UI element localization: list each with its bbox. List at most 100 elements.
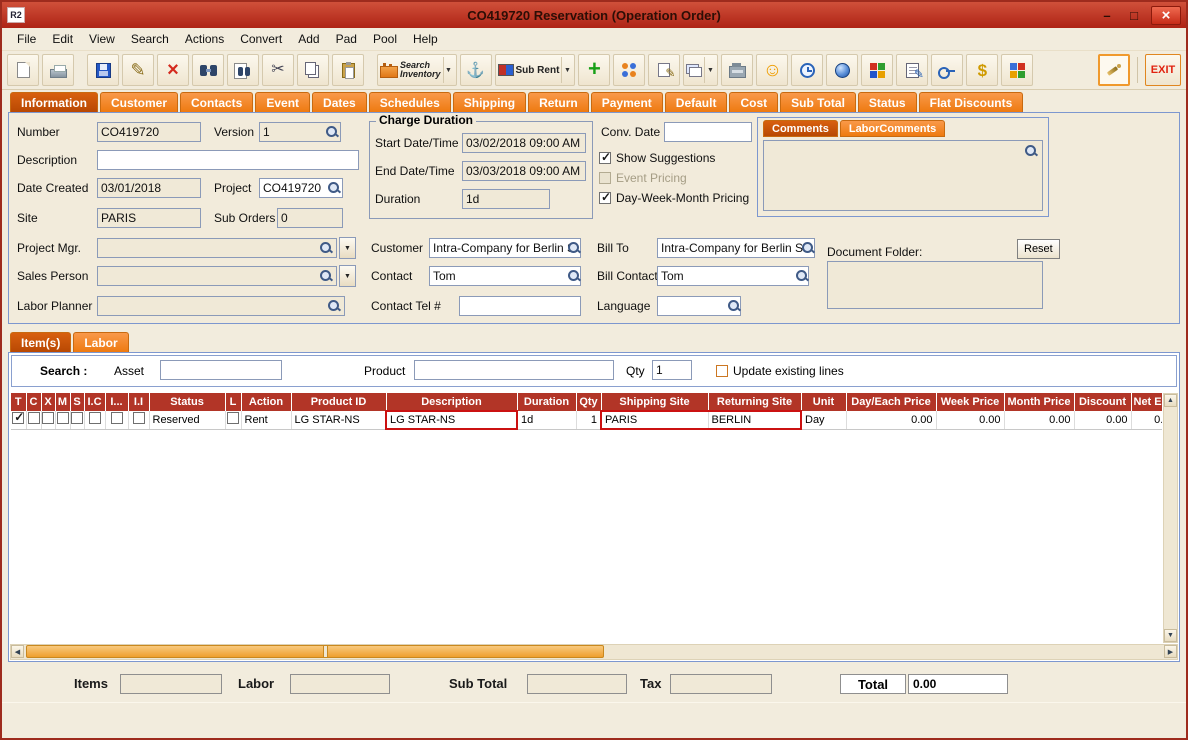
tab-customer[interactable]: Customer [100, 92, 179, 112]
tab-labor-comments[interactable]: LaborComments [839, 120, 946, 137]
cell-qty[interactable]: 1 [576, 411, 602, 430]
row-checkbox-ic[interactable] [88, 412, 101, 425]
cell-unit[interactable]: Day [801, 411, 847, 430]
bill-contact-search-icon[interactable] [795, 269, 809, 283]
key-button[interactable] [931, 54, 964, 86]
bill-to-search-icon[interactable] [801, 241, 815, 255]
cell-net-each[interactable]: 0.00 [1131, 411, 1162, 430]
col-x[interactable]: X [41, 393, 56, 411]
maximize-button[interactable] [1124, 6, 1144, 24]
tab-payment[interactable]: Payment [590, 92, 663, 112]
cell-returning-site[interactable]: BERLIN [708, 410, 802, 430]
customer-field[interactable] [429, 238, 581, 258]
contact-field[interactable] [429, 266, 581, 286]
copy-button[interactable] [297, 54, 329, 86]
comments-search-icon[interactable] [1024, 144, 1038, 158]
col-status[interactable]: Status [149, 393, 226, 411]
tab-contacts[interactable]: Contacts [180, 92, 254, 112]
delete-button[interactable] [157, 54, 189, 86]
cell-duration[interactable]: 1d [517, 411, 577, 430]
col-returning-site[interactable]: Returning Site [708, 393, 802, 411]
menu-edit[interactable]: Edit [45, 30, 80, 48]
labor-planner-field[interactable] [97, 296, 345, 316]
end-datetime-field[interactable] [462, 161, 586, 181]
cell-product-id[interactable]: LG STAR-NS [291, 411, 387, 430]
paste-button[interactable] [332, 54, 364, 86]
col-product-id[interactable]: Product ID [291, 393, 387, 411]
col-day-each-price[interactable]: Day/Each Price [846, 393, 937, 411]
menu-help[interactable]: Help [406, 30, 445, 48]
product-search-input[interactable] [414, 360, 614, 380]
disc-button[interactable] [826, 54, 859, 86]
tab-schedules[interactable]: Schedules [368, 92, 451, 112]
menu-view[interactable]: View [82, 30, 122, 48]
menu-add[interactable]: Add [291, 30, 326, 48]
bill-contact-field[interactable] [657, 266, 809, 286]
qty-input[interactable] [652, 360, 692, 380]
scroll-left-icon[interactable] [11, 645, 24, 658]
col-ip[interactable]: I... [105, 393, 129, 411]
scroll-down-icon[interactable] [1164, 629, 1177, 642]
cubes-button[interactable] [861, 54, 894, 86]
comments-textarea[interactable] [763, 140, 1043, 211]
col-shipping-site[interactable]: Shipping Site [601, 393, 709, 411]
sales-person-search-icon[interactable] [319, 269, 333, 283]
paintbrush-button[interactable] [1098, 54, 1130, 86]
description-field[interactable] [97, 150, 359, 170]
table-row[interactable]: Reserved Rent LG STAR-NS LG STAR-NS 1d 1… [11, 410, 1162, 430]
notes-button[interactable] [896, 54, 929, 86]
tab-items[interactable]: Item(s) [10, 332, 72, 352]
scroll-up-icon[interactable] [1164, 394, 1177, 407]
bill-to-field[interactable] [657, 238, 815, 258]
new-button[interactable] [7, 54, 39, 86]
show-suggestions-checkbox[interactable] [599, 150, 611, 164]
row-checkbox-m[interactable] [56, 412, 69, 425]
cell-month-price[interactable]: 0.00 [1004, 411, 1075, 430]
menu-search[interactable]: Search [124, 30, 176, 48]
horizontal-scrollbar[interactable] [10, 644, 1178, 660]
tab-sub-total[interactable]: Sub Total [780, 92, 856, 112]
machine-button[interactable] [721, 54, 754, 86]
cell-action[interactable]: Rent [241, 411, 292, 430]
chevron-down-icon[interactable] [561, 57, 572, 83]
print-button[interactable] [42, 54, 74, 86]
number-field[interactable] [97, 122, 201, 142]
col-description[interactable]: Description [386, 393, 518, 411]
menu-file[interactable]: File [10, 30, 43, 48]
money-button[interactable] [966, 54, 999, 86]
sales-person-field[interactable] [97, 266, 337, 286]
row-checkbox-x[interactable] [42, 412, 54, 425]
col-qty[interactable]: Qty [576, 393, 602, 411]
col-duration[interactable]: Duration [517, 393, 577, 411]
document-folder-textarea[interactable] [827, 261, 1043, 309]
update-existing-checkbox[interactable] [716, 365, 728, 377]
cell-shipping-site[interactable]: PARIS [600, 410, 709, 430]
tab-default[interactable]: Default [664, 92, 728, 112]
labor-planner-search-icon[interactable] [327, 299, 341, 313]
col-ic[interactable]: I.C [84, 393, 106, 411]
date-created-field[interactable] [97, 178, 201, 198]
chevron-down-icon[interactable] [442, 57, 454, 83]
project-mgr-dropdown-button[interactable] [339, 237, 356, 259]
find-button[interactable] [192, 54, 224, 86]
contact-search-icon[interactable] [567, 269, 581, 283]
edit-button[interactable] [122, 54, 154, 86]
tab-labor[interactable]: Labor [73, 332, 129, 352]
asset-search-input[interactable] [160, 360, 282, 380]
cell-day-each-price[interactable]: 0.00 [846, 411, 937, 430]
row-checkbox-ii[interactable] [132, 412, 145, 425]
cell-description[interactable]: LG STAR-NS [385, 410, 518, 430]
cell-status[interactable]: Reserved [149, 411, 226, 430]
clock-button[interactable] [791, 54, 824, 86]
exit-button[interactable]: EXIT [1145, 54, 1181, 86]
tab-status[interactable]: Status [857, 92, 917, 112]
tab-shipping[interactable]: Shipping [452, 92, 527, 112]
language-search-icon[interactable] [727, 299, 741, 313]
minimize-button[interactable] [1097, 6, 1117, 24]
spheres-button[interactable] [613, 54, 646, 86]
conv-date-field[interactable] [664, 122, 752, 142]
add-line-button[interactable] [578, 54, 611, 86]
duration-field[interactable] [462, 189, 550, 209]
day-week-month-pricing-checkbox[interactable] [599, 190, 611, 204]
site-field[interactable] [97, 208, 201, 228]
